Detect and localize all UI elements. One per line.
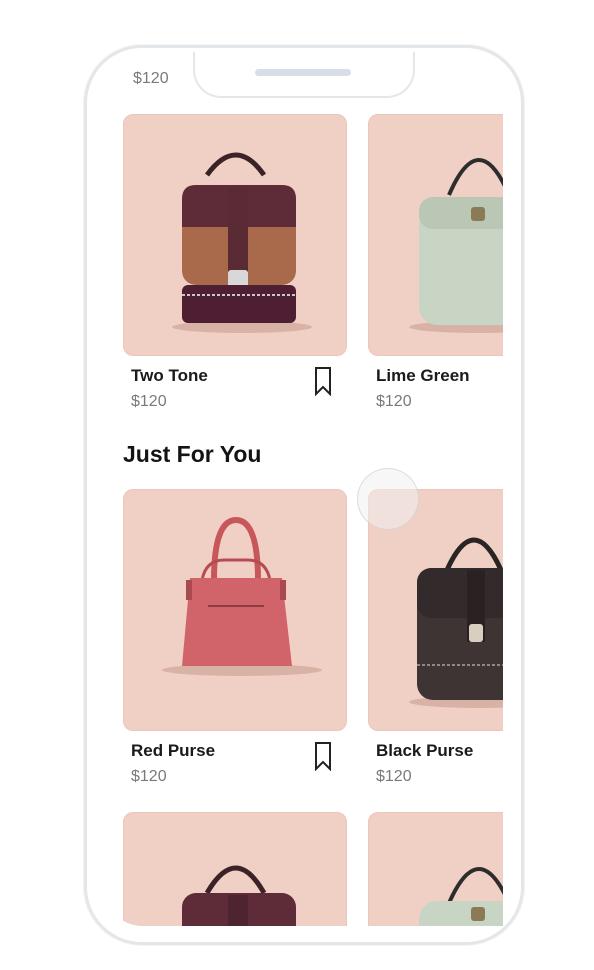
- product-card-lime-green[interactable]: [368, 114, 503, 356]
- product-name-lime-green: Lime Green: [376, 366, 470, 385]
- product-card-partial[interactable]: [368, 812, 503, 926]
- product-name-two-tone: Two Tone: [131, 366, 208, 385]
- bookmark-icon[interactable]: [314, 741, 332, 771]
- product-price-lime-green: $120: [376, 393, 412, 410]
- two-tone-bag-image-partial: [182, 865, 296, 926]
- touch-indicator: [357, 468, 419, 530]
- product-card-partial[interactable]: [123, 812, 347, 926]
- product-price-two-tone: $120: [131, 393, 167, 410]
- product-card-two-tone[interactable]: [123, 114, 347, 356]
- section-title-just-for-you: Just For You: [123, 441, 262, 467]
- bookmark-icon[interactable]: [314, 366, 332, 396]
- two-tone-bag-image: [172, 152, 312, 333]
- red-purse-image: [162, 516, 322, 676]
- product-price-black-purse: $120: [376, 768, 412, 785]
- lime-green-bag-image: [409, 158, 503, 333]
- app-screen[interactable]: $120 Two Tone $120 Lime Green $120 Just …: [103, 62, 503, 926]
- speaker-grille: [255, 69, 351, 76]
- product-name-black-purse: Black Purse: [376, 741, 474, 760]
- product-price-red-purse: $120: [131, 768, 167, 785]
- product-name-red-purse: Red Purse: [131, 741, 216, 760]
- lime-green-bag-image-partial: [419, 867, 503, 926]
- product-card-red-purse[interactable]: [123, 489, 347, 731]
- previous-item-price: $120: [133, 70, 169, 87]
